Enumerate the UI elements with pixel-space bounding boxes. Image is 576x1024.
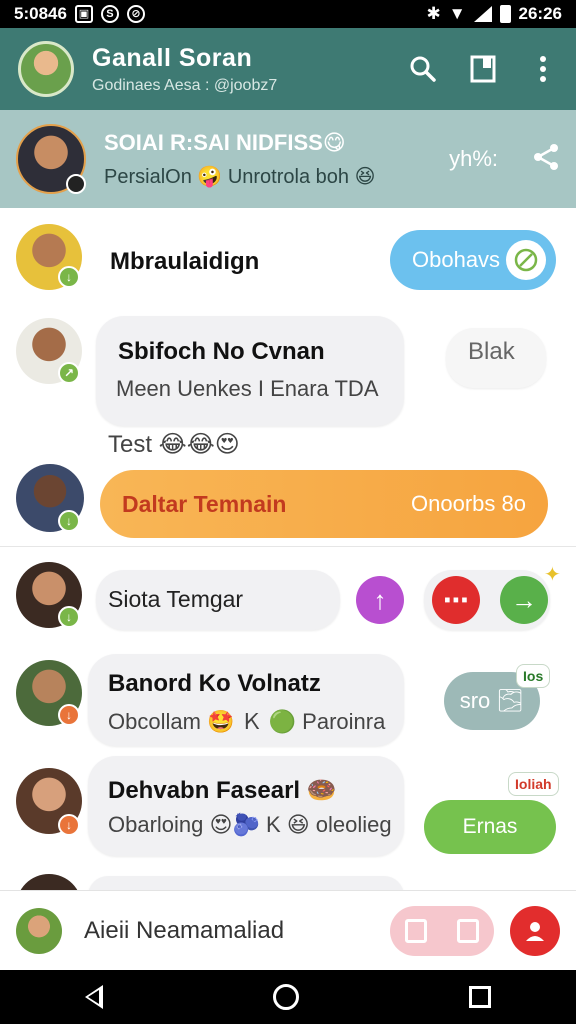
share-icon[interactable] [532,143,560,176]
dots-icon[interactable]: ⋯ [432,576,480,624]
chat-name: Siota Temgar [108,586,244,612]
chat-name: Sbifoch No Cvnan [118,338,325,365]
chat-preview: Test 😂😂😍 [108,431,240,458]
chat-item[interactable]: ↓ Test 😂😂😍 Daltar Temnain Onoorbs 8o [0,420,576,546]
button-label: Ernas [462,815,518,838]
no-disturb-icon: ⊘ [126,5,145,23]
status-bar: 5:0846 ▣ S ⊘ ✱ ▼ 26:26 [0,0,576,28]
navigation-bar [0,970,576,1024]
status-time-left: 5:0846 [14,4,67,23]
more-vert-icon[interactable] [528,54,558,84]
chat-name: Dehvabn Fasearl 🍩 [108,777,337,804]
arrow-right-button[interactable]: → [500,576,548,624]
search-icon[interactable] [408,54,438,84]
pinned-subtitle: PersialOn 🤪 Unrotrola boh 😆 [104,165,376,188]
chat-name: Banord Ko Volnatz [108,670,321,697]
chat-item[interactable]: ↓ Mbraulaidign Obohavs [0,208,576,308]
divider [0,546,576,547]
up-arrow-button[interactable]: ↑ [356,576,404,624]
status-badge: ↓ [58,704,80,726]
app-bar: Ganall Soran Godinaes Aesa : @joobz7 [0,28,576,110]
home-icon[interactable] [273,984,299,1010]
app-subtitle: Godinaes Aesa : @joobz7 [92,76,278,94]
count-tag: Ios [516,664,551,688]
side-label: sro 🌫 [459,688,525,713]
chat-item[interactable]: ↗ Sbifoch No Cvnan Meen Uenkes I Enara T… [0,308,576,426]
person-icon [526,921,544,941]
profile-avatar[interactable] [18,41,74,97]
document-icon[interactable] [405,918,427,943]
user-avatar[interactable] [16,907,62,954]
chat-preview: Obcollam 🤩 Ｋ 🟢 Paroinra [108,709,386,734]
recents-icon[interactable] [469,986,491,1008]
leaf-icon [506,240,546,280]
battery-icon [499,5,511,23]
status-badge: ↓ [58,814,80,836]
banner-label: Daltar Temnain [122,490,287,517]
send-button[interactable] [510,905,560,956]
input-tools [390,905,494,956]
bluetooth-icon: ✱ [426,4,441,23]
count-tag: Ioliah [508,772,559,796]
message-bubble [88,876,404,890]
obohavs-button[interactable]: Obohavs [390,230,556,290]
message-bubble [96,316,404,426]
back-icon[interactable] [85,985,103,1009]
chat-item[interactable] [0,866,576,890]
banner-value: Onoorbs 8o [411,491,526,516]
avatar [16,874,82,890]
message-input-bar: Aieii Neamamaliad [0,890,576,970]
chat-item[interactable]: ↓ Dehvabn Fasearl 🍩 Obarloing 😍🫐 K 😆 ole… [0,756,576,866]
side-label: Blak [468,338,515,365]
bookmark-icon[interactable] [468,54,498,84]
chat-item[interactable]: ↓ Banord Ko Volnatz Obcollam 🤩 Ｋ 🟢 Paroi… [0,650,576,750]
button-label: Obohavs [412,247,501,272]
status-badge: ↓ [58,510,80,532]
pinned-tag: yh%: [449,146,498,171]
status-time-right: 26:26 [518,4,562,23]
sparkle-icon: ✦ [544,564,561,586]
orange-banner[interactable]: Daltar Temnain Onoorbs 8o [100,470,548,538]
gallery-icon: ▣ [74,5,93,23]
pinned-avatar [16,124,86,194]
wifi-icon: ▼ [448,4,466,23]
status-badge: ↓ [58,606,80,628]
status-badge: ↓ [58,266,80,288]
sync-icon: S [100,5,119,23]
ernas-button[interactable]: Ernas [424,800,556,854]
chat-item[interactable]: ↓ Siota Temgar ↑ ⋯ → ✦ [0,550,576,650]
chat-preview: Obarloing 😍🫐 K 😆 oleolieg [108,812,392,837]
status-badge: ↗ [58,362,80,384]
app-titles: Ganall Soran Godinaes Aesa : @joobz7 [92,44,408,95]
pinned-chat[interactable]: SOIAI R:SAI NIDFISS😋 PersialOn 🤪 Unrotro… [0,110,576,208]
chat-preview: Meen Uenkes I Enara TDA [116,376,379,401]
app-title: Ganall Soran [92,43,253,72]
message-bubble [88,756,404,856]
pinned-title: SOIAI R:SAI NIDFISS😋 [104,129,346,155]
sticker-icon[interactable] [457,918,479,943]
message-input[interactable]: Aieii Neamamaliad [84,917,390,945]
signal-icon [473,6,492,22]
tiktok-badge-icon [66,174,86,194]
chat-name: Mbraulaidign [110,248,260,275]
